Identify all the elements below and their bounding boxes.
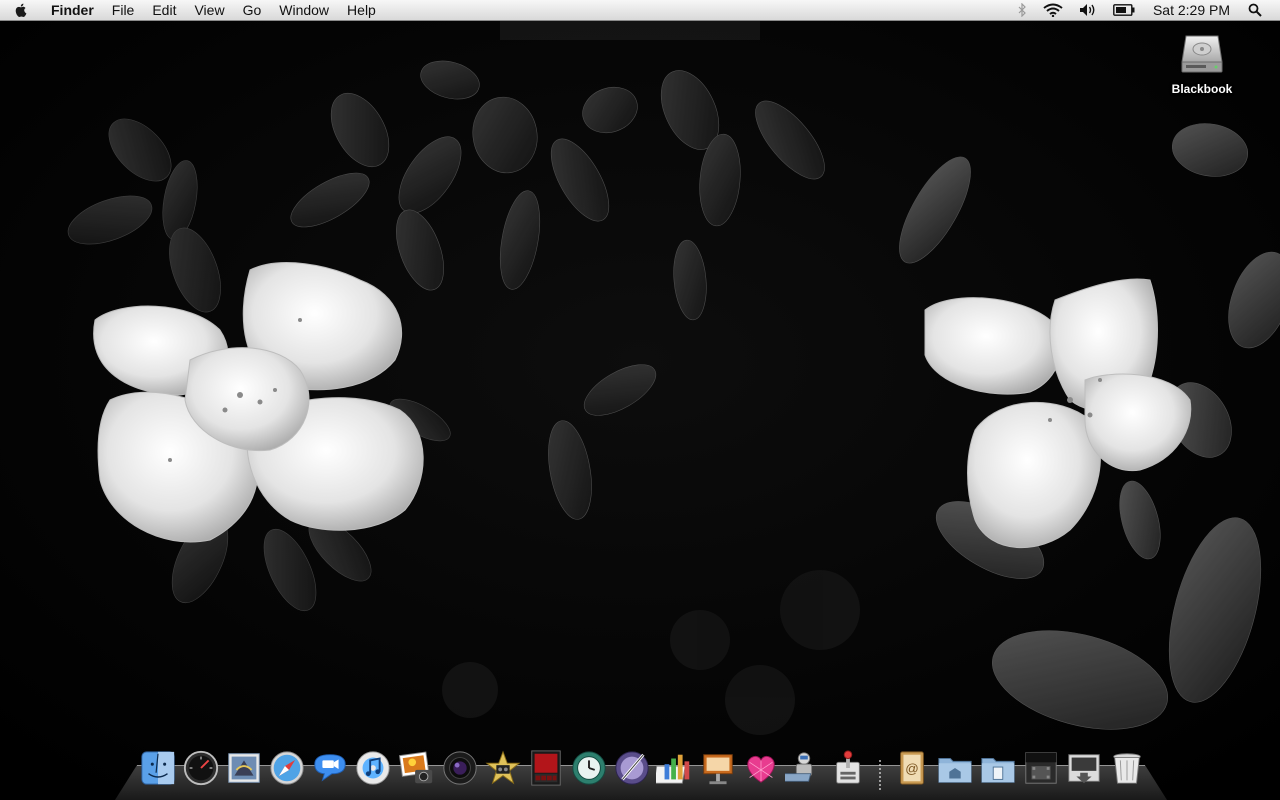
dock-separator[interactable]: [871, 748, 889, 790]
dock-itunes[interactable]: [353, 748, 393, 788]
dock-safari[interactable]: [267, 748, 307, 788]
spotlight-search-icon[interactable]: [1248, 0, 1262, 21]
dashboard-icon: [183, 750, 219, 786]
dock-script-editor[interactable]: [612, 748, 652, 788]
menu-help[interactable]: Help: [338, 0, 385, 21]
dock-keynote[interactable]: [698, 748, 738, 788]
address-book-icon: @: [899, 751, 924, 785]
dock-iphoto[interactable]: [397, 748, 437, 788]
menu-window[interactable]: Window: [270, 0, 338, 21]
desktop-icon-blackbook[interactable]: Blackbook: [1164, 30, 1240, 96]
dock-movie-folder[interactable]: [1021, 748, 1061, 788]
ichat-icon: [314, 754, 347, 782]
dock-system-utility[interactable]: [828, 748, 868, 788]
time-machine-icon: [572, 751, 606, 785]
menu-edit[interactable]: Edit: [143, 0, 185, 21]
dock-finder[interactable]: [138, 748, 178, 788]
menu-bar: Finder File Edit View Go Window Help Sat…: [0, 0, 1280, 21]
safari-icon: [270, 751, 304, 785]
numbers-icon: [656, 754, 690, 784]
dock-dashboard[interactable]: [181, 748, 221, 788]
volume-icon[interactable]: [1079, 0, 1097, 21]
apple-menu-icon[interactable]: [0, 0, 42, 21]
menu-view[interactable]: View: [185, 0, 233, 21]
dock-documents-folder[interactable]: [978, 748, 1018, 788]
dock-numbers[interactable]: [655, 748, 695, 788]
dock-automator[interactable]: [784, 748, 824, 788]
menu-app-name[interactable]: Finder: [42, 0, 103, 21]
front-row-icon: [531, 750, 561, 786]
bluetooth-icon[interactable]: [1017, 0, 1027, 21]
wifi-icon[interactable]: [1043, 0, 1063, 21]
dock-heart-app[interactable]: [741, 748, 781, 788]
battery-icon[interactable]: [1113, 0, 1135, 21]
automator-icon: [785, 752, 813, 782]
menu-go[interactable]: Go: [234, 0, 271, 21]
menu-clock[interactable]: Sat 2:29 PM: [1153, 2, 1230, 18]
dock-photo-booth[interactable]: [440, 748, 480, 788]
dock-trash[interactable]: [1107, 748, 1147, 788]
trash-icon: [1113, 753, 1141, 784]
dock-downloads-stack[interactable]: [1064, 748, 1104, 788]
downloads-stack-icon: [1068, 754, 1100, 784]
svg-text:@: @: [905, 761, 919, 776]
photo-booth-icon: [443, 751, 477, 785]
dock: @: [138, 744, 1150, 790]
finder-icon: [141, 751, 175, 785]
dock-imovie[interactable]: [483, 748, 523, 788]
dock-applications-folder[interactable]: [935, 748, 975, 788]
movie-folder-icon: [1025, 752, 1057, 784]
mail-icon: [228, 753, 260, 783]
dock-mail[interactable]: [224, 748, 264, 788]
dock-front-row[interactable]: [526, 748, 566, 788]
menu-file[interactable]: File: [103, 0, 144, 21]
hard-drive-icon: [1181, 35, 1223, 73]
dock-address-book[interactable]: @: [892, 748, 932, 788]
keynote-icon: [703, 754, 733, 785]
script-editor-icon: [615, 751, 649, 785]
dock-time-machine[interactable]: [569, 748, 609, 788]
itunes-icon: [356, 751, 391, 785]
system-utility-icon: [835, 750, 860, 784]
iphoto-icon: [398, 751, 432, 784]
desktop-wallpaper: [0, 0, 1280, 800]
imovie-icon: [485, 750, 521, 785]
applications-folder-icon: [938, 758, 972, 783]
documents-folder-icon: [981, 758, 1015, 783]
heart-app-icon: [747, 755, 775, 783]
dock-ichat[interactable]: [310, 748, 350, 788]
desktop-icon-label: Blackbook: [1171, 82, 1233, 96]
